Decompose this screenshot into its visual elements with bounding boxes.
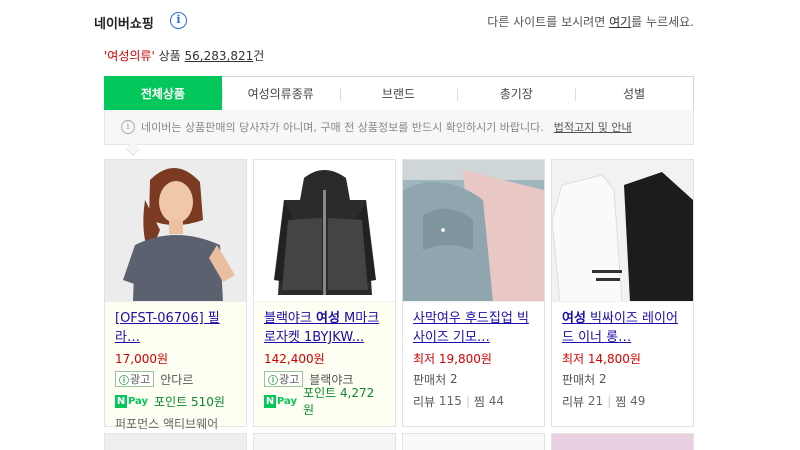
- npay-row: N Pay 포인트 510원: [115, 390, 236, 412]
- seller-count-row: 판매처 2: [562, 368, 683, 390]
- tab-brand[interactable]: 브랜드: [339, 77, 458, 110]
- notice-suffix: 를 누르세요.: [631, 15, 694, 29]
- product-price: 142,400원: [264, 352, 325, 366]
- npay-row: N Pay 포인트 4,272원: [264, 386, 385, 417]
- divider: |: [607, 394, 612, 408]
- naver-pay-icon: N Pay: [115, 394, 149, 408]
- review-label: 리뷰: [413, 394, 436, 409]
- sellers-count[interactable]: 2: [450, 372, 458, 386]
- review-count[interactable]: 115: [439, 394, 462, 408]
- sellers-label: 판매처: [562, 372, 596, 387]
- review-count[interactable]: 21: [588, 394, 603, 408]
- product-image[interactable]: [552, 160, 693, 302]
- shopping-header: 네이버쇼핑 i 다른 사이트를 보시려면 여기를 누르세요.: [94, 11, 694, 33]
- product-title[interactable]: 사막여우 후드집업 빅사이즈 기모…: [413, 309, 534, 347]
- naver-pay-icon: N Pay: [264, 394, 298, 408]
- tab-category[interactable]: 여성의류종류: [221, 77, 340, 110]
- product-price: 최저 14,800원: [562, 352, 641, 366]
- count-unit: 건: [253, 49, 265, 63]
- product-price: 최저 19,800원: [413, 352, 492, 366]
- legal-notice-link[interactable]: 법적고지 및 안내: [554, 119, 632, 135]
- seller-name[interactable]: 안다르: [160, 371, 193, 388]
- title-highlight: 여성: [315, 311, 340, 326]
- zzim-count: 49: [630, 394, 646, 408]
- tab-all-products[interactable]: 전체상품: [104, 76, 222, 111]
- query-text: '여성의류': [104, 49, 155, 63]
- product-image[interactable]: [105, 160, 246, 302]
- point-text: 포인트 4,272원: [303, 386, 375, 417]
- seller-count-row: 판매처 2: [413, 368, 534, 390]
- notice-prefix: 다른 사이트를 보시려면: [487, 15, 606, 29]
- info-icon: ⓘ: [268, 375, 278, 387]
- title-highlight: 여성: [562, 311, 586, 326]
- point-text: 포인트 510원: [154, 394, 225, 409]
- info-circle-icon: i: [121, 120, 135, 134]
- sellers-label: 판매처: [413, 372, 447, 387]
- disclaimer-bar: i 네이버는 상품판매의 당사자가 아니며, 구매 전 상품정보를 반드시 확인…: [104, 110, 694, 145]
- info-icon[interactable]: i: [170, 12, 187, 29]
- ad-badge[interactable]: ⓘ 광고: [115, 371, 155, 387]
- result-count-link[interactable]: 56,283,821: [185, 49, 254, 63]
- filter-tabs: 전체상품 여성의류종류 브랜드 총기장 성별: [104, 76, 694, 111]
- tab-gender[interactable]: 성별: [575, 77, 693, 110]
- disclaimer-text: 네이버는 상품판매의 당사자가 아니며, 구매 전 상품정보를 반드시 확인하시…: [141, 121, 544, 134]
- summary-label: 상품: [158, 49, 181, 63]
- zzim-label: 찜: [615, 394, 627, 409]
- store-name[interactable]: 퍼포먼스 액티브웨어: [115, 412, 236, 434]
- divider: |: [465, 394, 470, 408]
- product-card-partial[interactable]: [104, 433, 247, 450]
- result-summary: '여성의류' 상품 56,283,821건: [104, 47, 264, 64]
- title-prefix: 블랙야크: [264, 311, 316, 326]
- review-row: 리뷰 115 | 찜 44: [413, 390, 534, 412]
- product-title[interactable]: 블랙야크 여성 M마크로자켓 1BYJKW...: [264, 309, 385, 347]
- review-label: 리뷰: [562, 394, 585, 409]
- ad-badge[interactable]: ⓘ 광고: [264, 371, 304, 387]
- review-row: 리뷰 21 | 찜 49: [562, 390, 683, 412]
- other-site-notice: 다른 사이트를 보시려면 여기를 누르세요.: [487, 13, 694, 30]
- ad-seller-row: ⓘ 광고 안다르: [115, 368, 236, 390]
- other-site-link[interactable]: 여기: [609, 15, 631, 29]
- product-card-partial[interactable]: [551, 433, 694, 450]
- product-title[interactable]: [OFST-06706] 필라…: [115, 309, 236, 347]
- product-card[interactable]: 블랙야크 여성 M마크로자켓 1BYJKW... 142,400원 ⓘ 광고 블랙…: [253, 159, 396, 427]
- product-card[interactable]: [OFST-06706] 필라… 17,000원 ⓘ 광고 안다르 N Pay 포인…: [104, 159, 247, 431]
- product-image[interactable]: [254, 160, 395, 302]
- sellers-count[interactable]: 2: [599, 372, 607, 386]
- zzim-label: 찜: [473, 394, 485, 409]
- ad-label: 광고: [130, 373, 151, 386]
- product-image[interactable]: [403, 160, 544, 302]
- tab-length[interactable]: 총기장: [457, 77, 575, 110]
- brand-title: 네이버쇼핑: [94, 17, 154, 32]
- info-icon: ⓘ: [119, 375, 129, 387]
- zzim-count: 44: [488, 394, 505, 408]
- ad-label: 광고: [279, 373, 300, 386]
- product-card[interactable]: 여성 빅싸이즈 레이어드 이너 롱… 최저 14,800원 판매처 2 리뷰 2…: [551, 159, 694, 427]
- product-card-partial[interactable]: [402, 433, 545, 450]
- product-price: 17,000원: [115, 352, 169, 366]
- product-card[interactable]: 사막여우 후드집업 빅사이즈 기모… 최저 19,800원 판매처 2 리뷰 1…: [402, 159, 545, 427]
- product-title[interactable]: 여성 빅싸이즈 레이어드 이너 롱…: [562, 309, 683, 347]
- product-card-partial[interactable]: [253, 433, 396, 450]
